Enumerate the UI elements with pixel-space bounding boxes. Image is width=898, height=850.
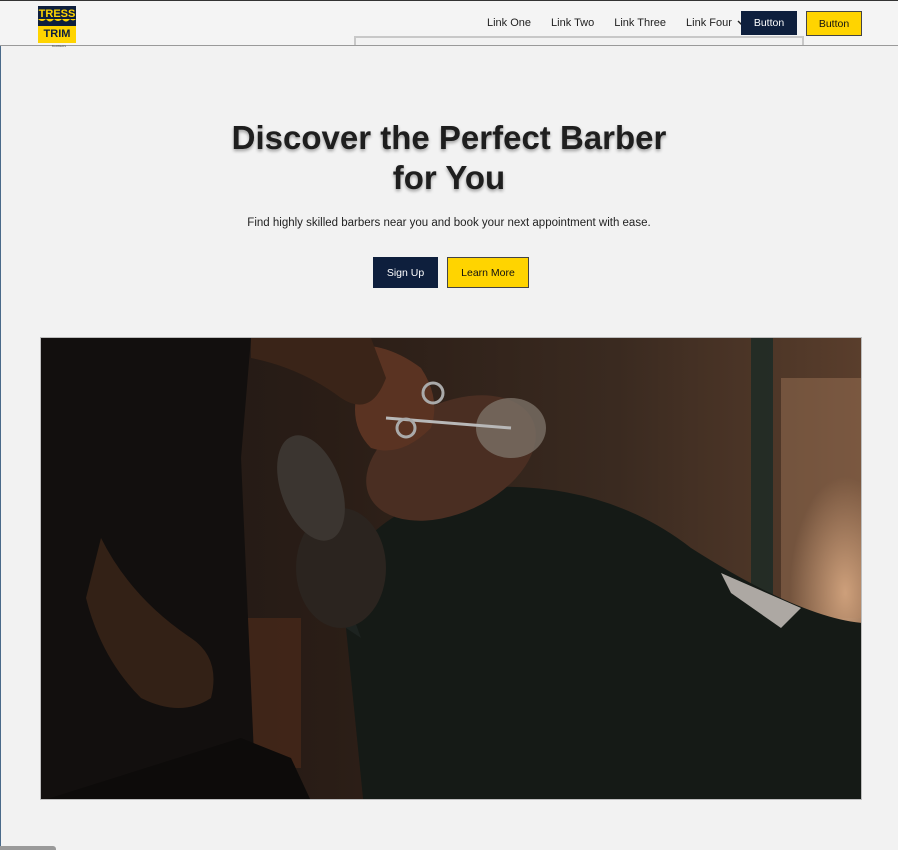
nav-dropdown-link-four[interactable]: Link Four [686,17,748,29]
hero-subtitle: Find highly skilled barbers near you and… [247,217,651,229]
nav-dropdown-label: Link Four [686,17,732,29]
nav-primary-button[interactable]: Button [741,11,797,35]
horizontal-scrollbar[interactable] [0,846,56,850]
hero-image-barber [40,337,862,800]
learn-more-button[interactable]: Learn More [447,257,529,288]
nav-link-two[interactable]: Link Two [551,17,594,29]
tress-trim-logo[interactable]: TRESS TRIM BARBERS [38,6,80,48]
navbar: TRESS TRIM BARBERS Link One Link Two Lin… [0,1,898,48]
dropdown-menu-panel [354,36,804,45]
nav-secondary-button[interactable]: Button [806,11,862,36]
nav-link-one[interactable]: Link One [487,17,531,29]
hero-title: Discover the Perfect Barber for You [149,118,749,198]
logo-text-tress: TRESS [39,8,76,20]
logo-text-trim: TRIM [44,28,71,40]
hero-title-line2: for You [392,159,506,196]
nav-links: Link One Link Two Link Three Link Four [487,17,748,29]
sign-up-button[interactable]: Sign Up [373,257,438,288]
barber-photo-illustration [41,338,861,799]
logo-tagline: BARBERS [52,44,66,48]
nav-link-three[interactable]: Link Three [614,17,666,29]
hero-title-line1: Discover the Perfect Barber [231,119,667,156]
window-left-border [0,46,1,850]
